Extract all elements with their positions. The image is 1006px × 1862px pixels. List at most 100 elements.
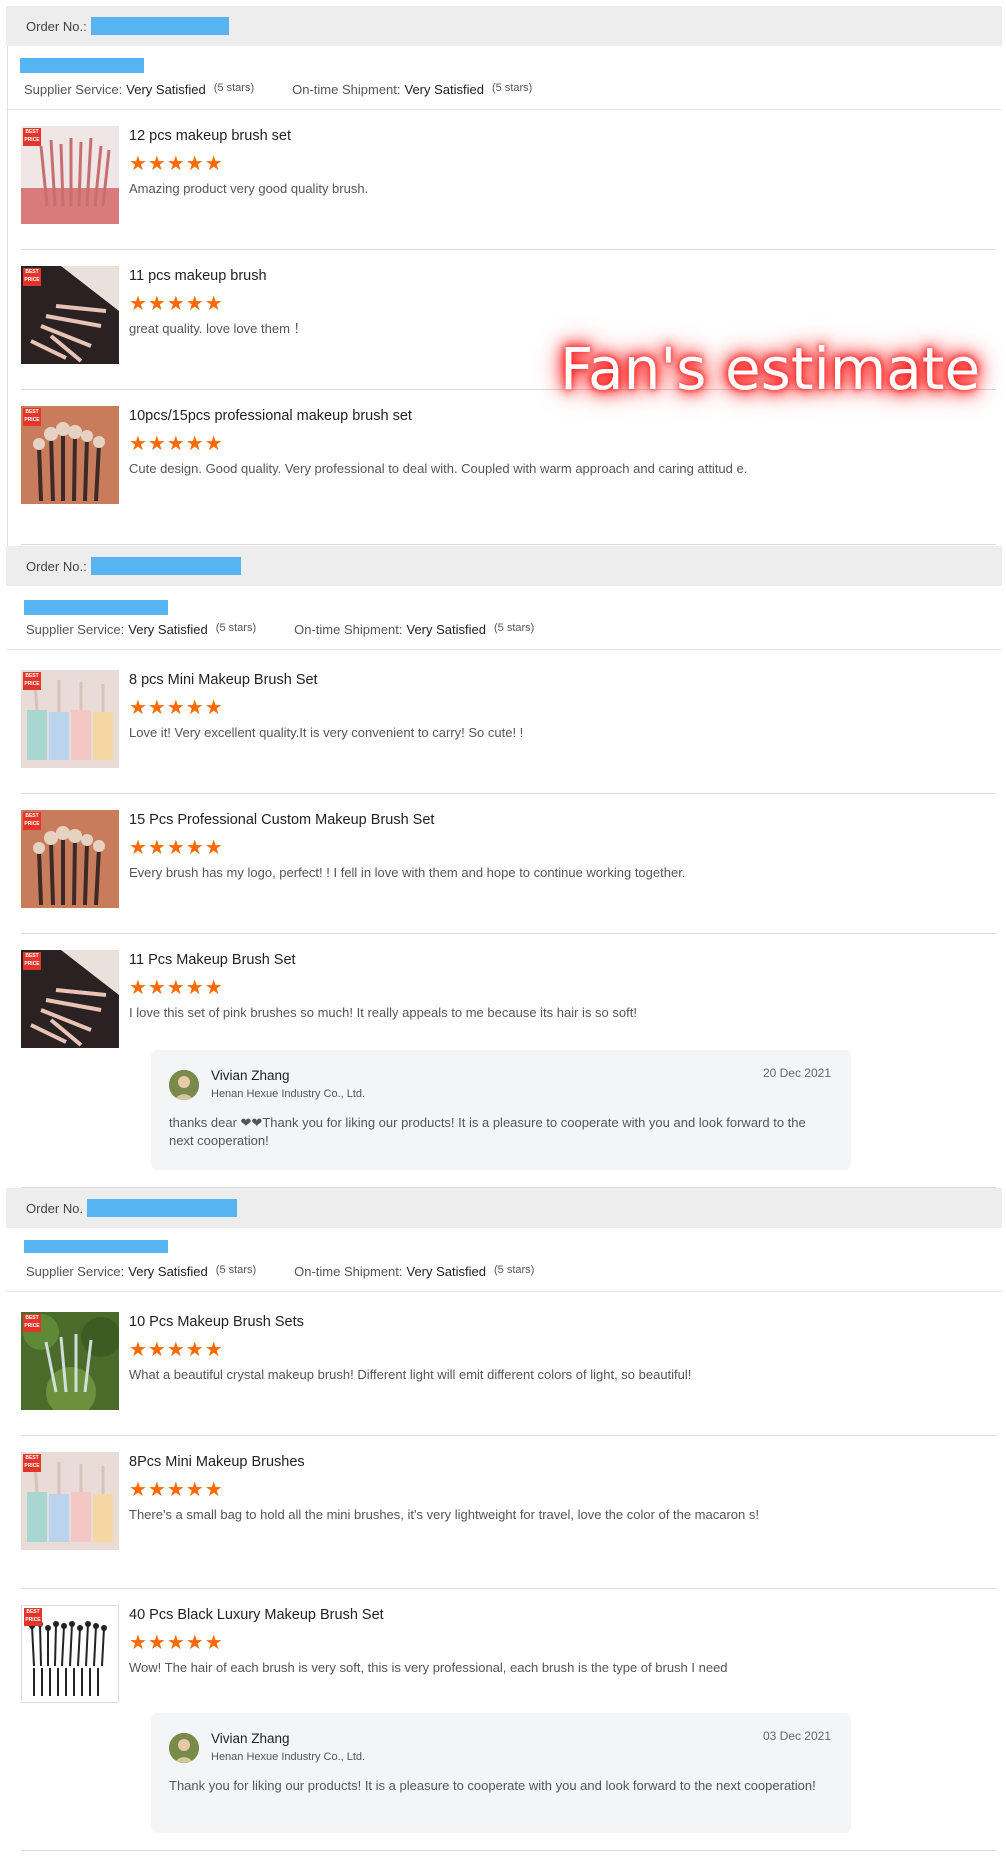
review-comment: What a beautiful crystal makeup brush! D… — [129, 1367, 692, 1382]
review-item: BEST PRICE 40 Pcs Black Luxury Makeup Br… — [21, 1589, 996, 1851]
rating-stars: ★★★★★ — [129, 433, 224, 455]
product-image[interactable]: BEST PRICE — [21, 1452, 119, 1550]
reply-company: Henan Hexue Industry Co., Ltd. — [211, 1088, 366, 1100]
review-comment: Every brush has my logo, perfect! ! I fe… — [129, 865, 686, 880]
review-comment: Love it! Very excellent quality.It is ve… — [129, 725, 524, 740]
order-block-2: Order No.: Supplier Service: Very Satisf… — [6, 546, 1002, 650]
review-item: BEST PRICE 11 Pcs Makeup Brush Set ★★★★★… — [21, 934, 996, 1188]
order-number-label: Order No.: — [26, 558, 87, 574]
avatar — [169, 1733, 199, 1763]
order-number-label: Order No. — [26, 1200, 84, 1216]
review-item: BEST PRICE 15 Pcs Professional Custom Ma… — [21, 794, 996, 934]
supplier-rating-line: Supplier Service: Very Satisfied (5 star… — [26, 1264, 572, 1279]
best-price-badge: BEST PRICE — [23, 128, 41, 146]
reply-text: Thank you for liking our products! It is… — [169, 1778, 816, 1793]
review-item: BEST PRICE 8 pcs Mini Makeup Brush Set ★… — [21, 654, 996, 794]
order-header: Order No.: — [6, 546, 1002, 586]
supplier-service-label: Supplier Service: — [24, 82, 123, 97]
rating-stars: ★★★★★ — [129, 977, 224, 999]
review-comment: Amazing product very good quality brush. — [129, 181, 369, 196]
avatar — [169, 1070, 199, 1100]
reply-author-name: Vivian Zhang — [211, 1068, 290, 1083]
supplier-reply: Vivian Zhang Henan Hexue Industry Co., L… — [151, 1050, 851, 1170]
product-title[interactable]: 10pcs/15pcs professional makeup brush se… — [129, 408, 412, 424]
supplier-service-value: Very Satisfied — [126, 82, 206, 97]
product-image[interactable]: BEST PRICE — [21, 670, 119, 768]
reply-date: 03 Dec 2021 — [762, 1729, 831, 1743]
review-item: BEST PRICE 12 pcs makeup brush set ★★★★★… — [21, 110, 996, 250]
order-number-redacted — [90, 17, 229, 35]
best-price-badge: BEST PRICE — [23, 1454, 41, 1472]
shipment-stars: (5 stars) — [492, 82, 533, 94]
rating-stars: ★★★★★ — [129, 1632, 224, 1654]
product-image[interactable]: BEST PRICE — [21, 1605, 119, 1703]
shipment-value: Very Satisfied — [406, 622, 487, 637]
reply-text: thanks dear ❤❤Thank you for liking our p… — [169, 1115, 806, 1148]
product-image[interactable]: BEST PRICE — [21, 810, 119, 908]
rating-stars: ★★★★★ — [129, 1479, 224, 1501]
order-header: Order No. — [6, 1188, 1002, 1228]
supplier-service-value: Very Satisfied — [128, 622, 208, 637]
supplier-service-stars: (5 stars) — [215, 622, 257, 634]
rating-stars: ★★★★★ — [129, 697, 224, 719]
product-image[interactable]: BEST PRICE — [21, 266, 119, 364]
watermark-text: Fan's estimate — [560, 335, 981, 403]
product-title[interactable]: 11 pcs makeup brush — [129, 268, 267, 284]
supplier-service-label: Supplier Service: — [26, 1264, 125, 1279]
review-comment: Cute design. Good quality. Very professi… — [129, 461, 748, 476]
review-item: BEST PRICE 8Pcs Mini Makeup Brushes ★★★★… — [21, 1436, 996, 1589]
supplier-rating-line: Supplier Service: Very Satisfied (5 star… — [24, 82, 570, 97]
shipment-label: On-time Shipment: — [294, 1264, 403, 1279]
product-image[interactable]: BEST PRICE — [21, 1312, 119, 1410]
left-border-line — [7, 46, 8, 551]
supplier-service-stars: (5 stars) — [213, 82, 255, 94]
supplier-service-value: Very Satisfied — [128, 1264, 208, 1279]
best-price-badge: BEST PRICE — [23, 408, 41, 426]
shipment-label: On-time Shipment: — [294, 622, 403, 637]
supplier-name-redacted — [24, 1240, 168, 1253]
supplier-name-redacted — [20, 58, 144, 73]
order-number-redacted — [87, 1199, 238, 1217]
shipment-stars: (5 stars) — [494, 1264, 535, 1276]
product-title[interactable]: 8 pcs Mini Makeup Brush Set — [129, 672, 318, 688]
supplier-info: Supplier Service: Very Satisfied (5 star… — [6, 586, 1002, 650]
review-comment: There's a small bag to hold all the mini… — [129, 1507, 759, 1522]
rating-stars: ★★★★★ — [129, 293, 224, 315]
supplier-service-stars: (5 stars) — [215, 1264, 257, 1276]
shipment-stars: (5 stars) — [494, 622, 535, 634]
review-comment: I love this set of pink brushes so much!… — [129, 1005, 637, 1020]
reply-date: 20 Dec 2021 — [762, 1066, 831, 1080]
review-item: BEST PRICE 10 Pcs Makeup Brush Sets ★★★★… — [21, 1296, 996, 1436]
supplier-rating-line: Supplier Service: Very Satisfied (5 star… — [26, 622, 572, 637]
supplier-info: Supplier Service: Very Satisfied (5 star… — [6, 46, 1002, 110]
order-number-redacted — [90, 557, 241, 575]
best-price-badge: BEST PRICE — [23, 268, 41, 286]
order-number-label: Order No.: — [26, 18, 87, 34]
supplier-reply: Vivian Zhang Henan Hexue Industry Co., L… — [151, 1713, 851, 1833]
supplier-info: Supplier Service: Very Satisfied (5 star… — [6, 1228, 1002, 1292]
best-price-badge: BEST PRICE — [23, 1314, 41, 1332]
best-price-badge: BEST PRICE — [23, 952, 41, 970]
product-image[interactable]: BEST PRICE — [21, 950, 119, 1048]
review-item: BEST PRICE 10pcs/15pcs professional make… — [21, 390, 996, 545]
product-title[interactable]: 8Pcs Mini Makeup Brushes — [129, 1454, 305, 1470]
supplier-service-label: Supplier Service: — [26, 622, 125, 637]
product-image[interactable]: BEST PRICE — [21, 406, 119, 504]
rating-stars: ★★★★★ — [129, 1339, 224, 1361]
reply-company: Henan Hexue Industry Co., Ltd. — [211, 1751, 366, 1763]
product-title[interactable]: 10 Pcs Makeup Brush Sets — [129, 1314, 304, 1330]
rating-stars: ★★★★★ — [129, 153, 224, 175]
reply-author-name: Vivian Zhang — [211, 1731, 290, 1746]
supplier-name-redacted — [24, 600, 168, 615]
shipment-label: On-time Shipment: — [292, 82, 401, 97]
order-header: Order No.: — [6, 6, 1002, 46]
shipment-value: Very Satisfied — [406, 1264, 487, 1279]
product-title[interactable]: 40 Pcs Black Luxury Makeup Brush Set — [129, 1607, 384, 1623]
product-image[interactable]: BEST PRICE — [21, 126, 119, 224]
best-price-badge: BEST PRICE — [23, 672, 41, 690]
shipment-value: Very Satisfied — [404, 82, 485, 97]
product-title[interactable]: 12 pcs makeup brush set — [129, 128, 291, 144]
product-title[interactable]: 15 Pcs Professional Custom Makeup Brush … — [129, 812, 434, 828]
order-block-3: Order No. Supplier Service: Very Satisfi… — [6, 1188, 1002, 1292]
product-title[interactable]: 11 Pcs Makeup Brush Set — [129, 952, 296, 968]
